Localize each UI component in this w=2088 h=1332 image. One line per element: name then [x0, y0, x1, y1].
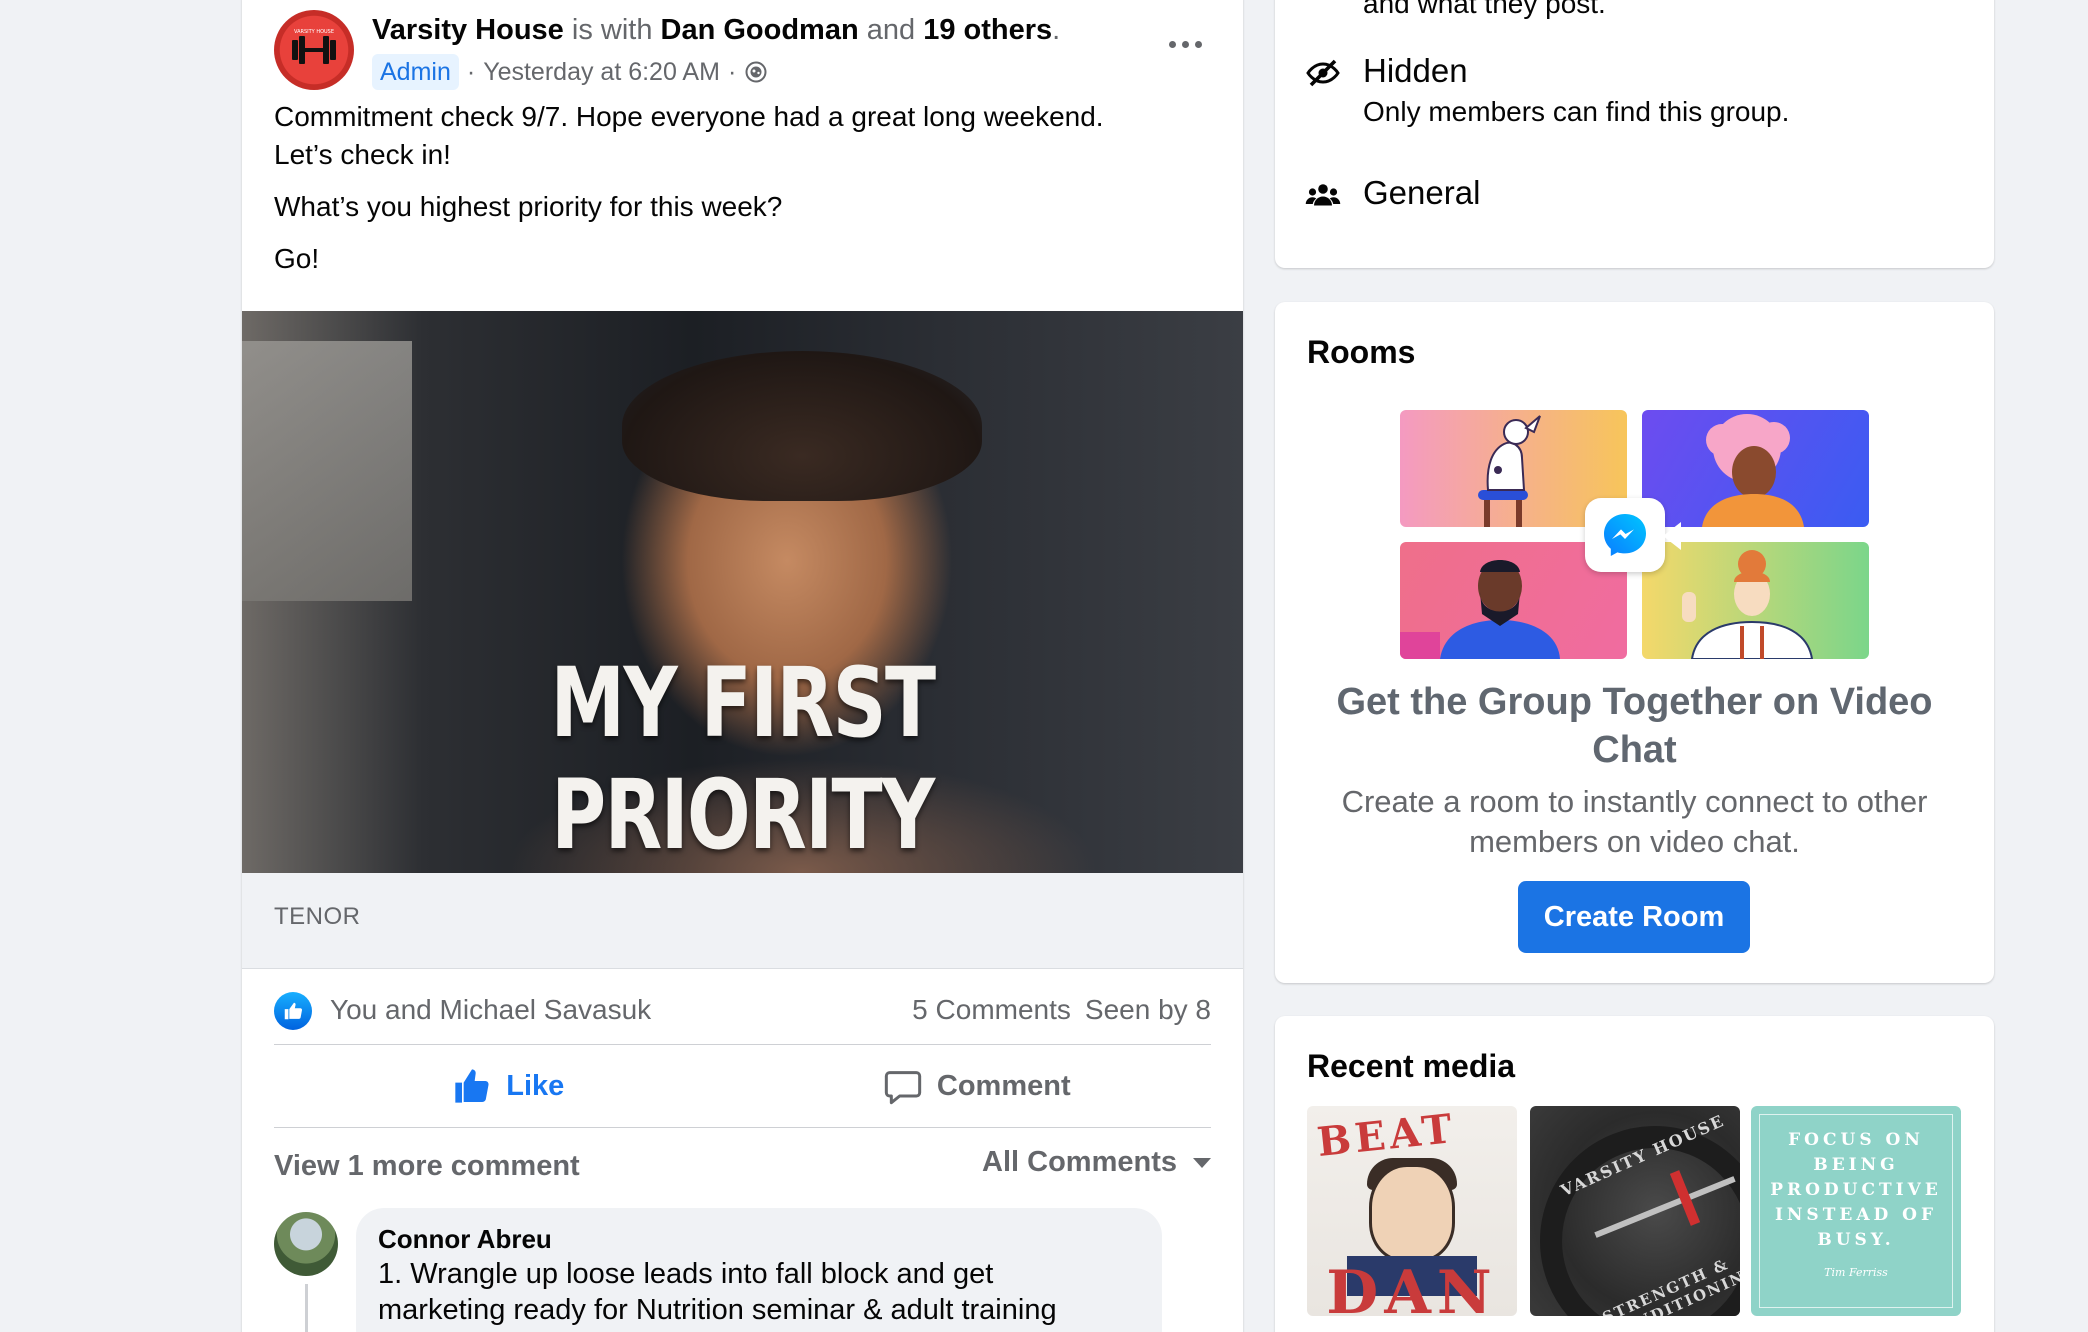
comment-text-line: marketing ready for Nutrition seminar & …: [378, 1294, 1057, 1326]
comment-bubble: Connor Abreu 1. Wrangle up loose leads i…: [356, 1208, 1162, 1332]
group-avatar[interactable]: VARSITY HOUSE: [274, 10, 354, 90]
caret-down-icon: [1193, 1157, 1211, 1168]
comments-bar: View 1 more comment All Comments: [274, 1146, 1211, 1192]
more-options-button[interactable]: [1159, 26, 1211, 62]
with-text: is with: [563, 14, 661, 46]
view-more-comments-link[interactable]: View 1 more comment: [274, 1150, 580, 1183]
comment-text-line: 1. Wrangle up loose leads into fall bloc…: [378, 1258, 994, 1290]
comment-label: Comment: [936, 1069, 1071, 1102]
reactions-summary: You and Michael Savasuk 5 Comments Seen b…: [274, 980, 1211, 1040]
post-actions: Like Comment: [274, 1044, 1211, 1128]
comment: Connor Abreu 1. Wrangle up loose leads i…: [274, 1208, 1211, 1332]
comment-sort-dropdown[interactable]: All Comments: [982, 1146, 1211, 1179]
gif-caption: MY FIRST PRIORITY: [550, 647, 936, 871]
seen-by[interactable]: Seen by 8: [1085, 994, 1211, 1025]
like-label: Like: [506, 1069, 565, 1102]
admin-badge[interactable]: Admin: [372, 54, 459, 90]
post-header: VARSITY HOUSE Varsity House is with Dan …: [274, 10, 1211, 90]
media-thumbnail[interactable]: BEAT DAN: [1307, 1106, 1517, 1316]
woman-illustration: [1642, 410, 1869, 527]
engagement-counts: 5 Comments Seen by 8: [912, 994, 1211, 1026]
period: .: [1052, 14, 1061, 46]
about-card: and what they post. Hidden Only members …: [1275, 0, 1994, 268]
post-gif[interactable]: MY FIRST PRIORITY: [242, 311, 1243, 873]
post-timestamp[interactable]: Yesterday at 6:20 AM: [483, 54, 720, 90]
tagged-person-link[interactable]: Dan Goodman: [661, 14, 859, 46]
thumbs-up-icon: [284, 1002, 303, 1020]
avatar[interactable]: [274, 1212, 338, 1276]
recent-media-title: Recent media: [1307, 1048, 1516, 1084]
thread-line: [305, 1284, 308, 1332]
rooms-title: Rooms: [1307, 334, 1416, 370]
comments-count[interactable]: 5 Comments: [912, 994, 1071, 1025]
media-thumbnail[interactable]: FOCUS ON BEING PRODUCTIVE INSTEAD OF BUS…: [1751, 1106, 1961, 1316]
thumbnail-signature: Tim Ferriss: [1824, 1266, 1888, 1279]
globe-icon[interactable]: [744, 60, 768, 84]
messenger-icon: [1604, 514, 1646, 556]
thumbnail-quote: FOCUS ON BEING PRODUCTIVE INSTEAD OF BUS…: [1770, 1130, 1942, 1250]
post-text-line: Go!: [274, 243, 320, 274]
eye-slash-icon: [1306, 59, 1340, 87]
people-icon: [1305, 184, 1341, 206]
like-button[interactable]: Like: [274, 1045, 743, 1127]
post-body: Commitment check 9/7. Hope everyone had …: [274, 98, 1211, 292]
gif-background-window: [242, 341, 412, 601]
post-text-line: Commitment check 9/7. Hope everyone had …: [274, 101, 1104, 132]
others-link[interactable]: 19 others: [923, 14, 1052, 46]
redhead-illustration: [1642, 542, 1869, 659]
hidden-description: Only members can find this group.: [1363, 96, 1790, 127]
recent-media-card: Recent media BEAT DAN VARSITY HOUSE STRE…: [1275, 1016, 1994, 1332]
create-room-button[interactable]: Create Room: [1518, 881, 1750, 953]
post-meta: Admin · Yesterday at 6:20 AM ·: [372, 54, 768, 90]
media-thumbnail[interactable]: VARSITY HOUSE STRENGTH & CONDITIONING: [1530, 1106, 1740, 1316]
post-text-line: What’s you highest priority for this wee…: [274, 191, 783, 222]
dot-icon: [1181, 40, 1189, 48]
reactors-text[interactable]: You and Michael Savasuk: [330, 994, 651, 1026]
hidden-title: Hidden: [1363, 52, 1468, 89]
gif-source-bar[interactable]: TENOR: [242, 873, 1243, 969]
gif-figure: [622, 351, 982, 501]
meta-separator: ·: [727, 58, 737, 86]
barbell-icon: VARSITY HOUSE: [292, 29, 336, 64]
dot-icon: [1194, 40, 1202, 48]
meta-separator: ·: [466, 58, 476, 86]
comment-sort-label: All Comments: [982, 1146, 1177, 1178]
rooms-description: Create a room to instantly connect to ot…: [1341, 784, 1928, 859]
camera-tail-shape: [1663, 522, 1681, 550]
post-title: Varsity House is with Dan Goodman and 19…: [372, 12, 1060, 48]
post-text-line: Let’s check in!: [274, 139, 451, 170]
rooms-illustration: [1400, 410, 1870, 660]
group-name-link[interactable]: Varsity House: [372, 14, 564, 46]
thumbnail-face: [1369, 1164, 1455, 1262]
comment-author[interactable]: Connor Abreu: [378, 1222, 1140, 1256]
like-reaction-icon[interactable]: [274, 992, 312, 1030]
svg-text:VARSITY HOUSE: VARSITY HOUSE: [294, 29, 334, 35]
speech-bubble-icon: [884, 1071, 922, 1105]
thumbs-up-icon: [455, 1069, 489, 1103]
about-cut-text: and what they post.: [1363, 0, 1606, 19]
messenger-video-icon: [1585, 498, 1681, 572]
rooms-heading: Get the Group Together on Video Chat: [1336, 681, 1933, 771]
thumbnail-text: DAN: [1326, 1258, 1498, 1316]
dot-icon: [1168, 40, 1176, 48]
post-card: VARSITY HOUSE Varsity House is with Dan …: [242, 0, 1243, 1332]
comment-button[interactable]: Comment: [743, 1045, 1212, 1127]
gif-source-label: TENOR: [274, 903, 361, 930]
general-title[interactable]: General: [1363, 171, 1480, 215]
thumbnail-text: BEAT: [1314, 1106, 1458, 1167]
rooms-card: Rooms Get the Group Together on Video Ch…: [1275, 302, 1994, 983]
and-text: and: [858, 14, 924, 46]
